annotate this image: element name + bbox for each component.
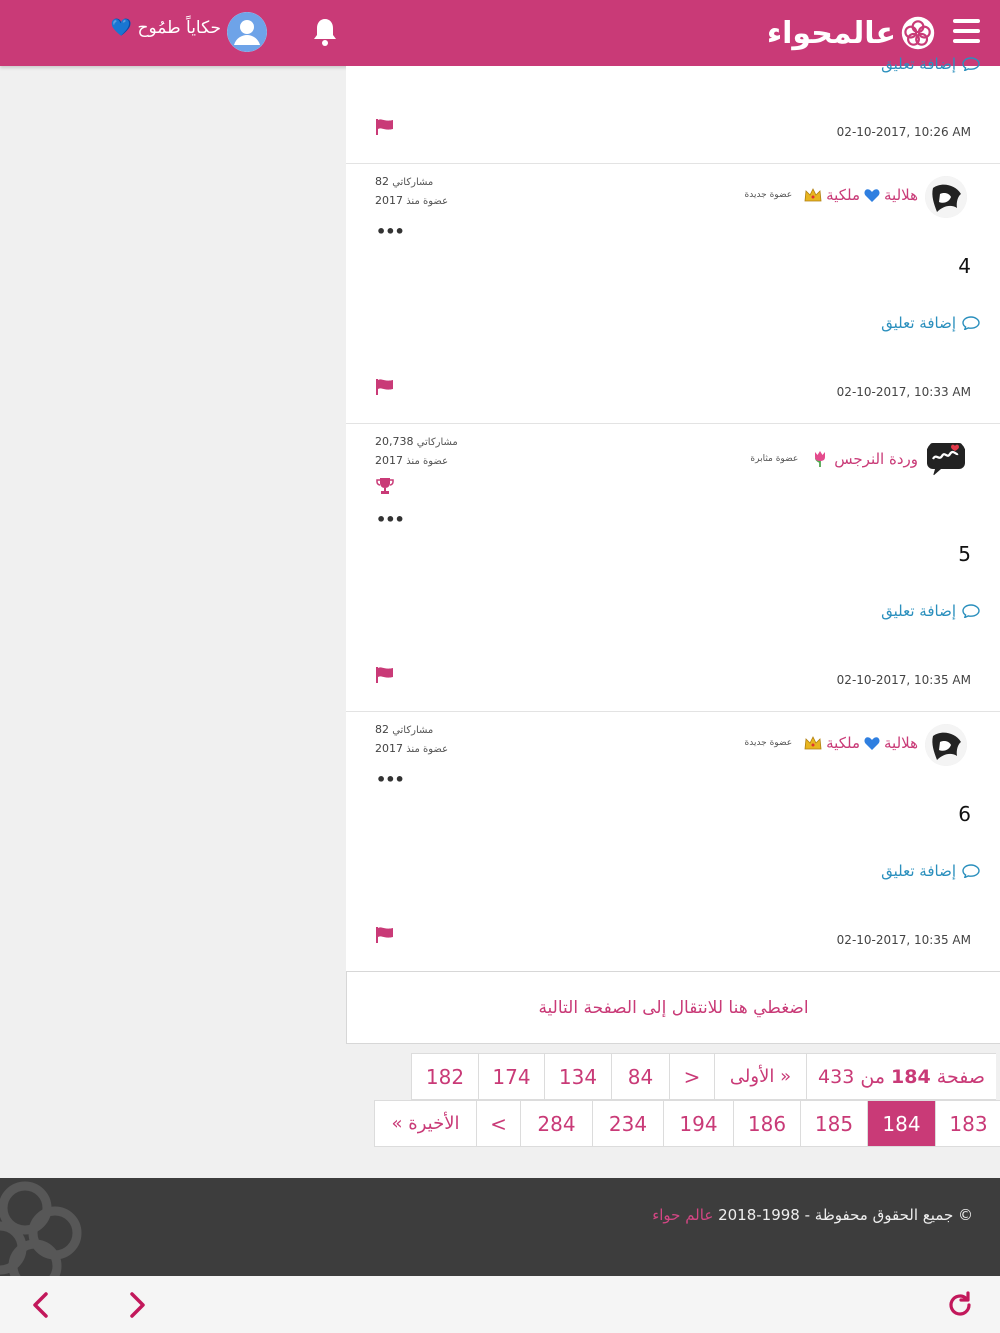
- post-menu-button[interactable]: •••: [376, 510, 405, 529]
- pagination-row-2: 183 184 185 186 194 234 284 > الأخيرة »: [374, 1100, 1000, 1147]
- flag-icon[interactable]: [375, 926, 395, 944]
- blue-heart-icon: [864, 736, 880, 750]
- pagination-row-1: صفحة 184 من 433 « الأولى < 84 134 174 18…: [411, 1053, 996, 1100]
- last-page-link[interactable]: الأخيرة »: [375, 1101, 476, 1146]
- chevron-left-icon[interactable]: [27, 1290, 57, 1320]
- flag-icon[interactable]: [375, 118, 395, 136]
- post-timestamp: 02-10-2017, 10:35 AM: [836, 933, 971, 947]
- flag-icon[interactable]: [375, 666, 395, 684]
- footer: © جميع الحقوق محفوظة - 1998-2018 عالم حو…: [0, 1178, 1000, 1276]
- divider: [346, 711, 1000, 712]
- page-link[interactable]: 186: [733, 1101, 800, 1146]
- chevron-right-icon[interactable]: [121, 1290, 151, 1320]
- page-link[interactable]: 194: [663, 1101, 733, 1146]
- add-comment-link[interactable]: إضافة تعليق: [881, 314, 980, 332]
- member-stats: مشاركاتي 20,738 عضوة منذ 2017: [375, 435, 458, 467]
- hamburger-icon[interactable]: [953, 19, 980, 43]
- logo-text: عالمحواء: [766, 15, 897, 51]
- avatar-icon: [227, 12, 267, 52]
- reload-icon[interactable]: [945, 1290, 975, 1320]
- post-timestamp: 02-10-2017, 10:35 AM: [836, 673, 971, 687]
- bell-icon[interactable]: [310, 16, 340, 48]
- comment-bubble-icon: [962, 316, 980, 330]
- page-link[interactable]: 185: [800, 1101, 867, 1146]
- author-name-suffix: ملكية: [826, 186, 860, 204]
- member-stats: مشاركاتي 82 عضوة منذ 2017: [375, 723, 449, 755]
- flower-watermark-icon: [0, 1181, 82, 1276]
- site-logo[interactable]: عالمحواء: [767, 14, 936, 52]
- member-stats: مشاركاتي 82 عضوة منذ 2017: [375, 175, 449, 207]
- crown-icon: [804, 188, 822, 202]
- page-link[interactable]: 182: [412, 1054, 478, 1099]
- browser-toolbar: [0, 1276, 1000, 1333]
- comment-bubble-icon: [962, 57, 980, 71]
- post-body: 5: [958, 542, 971, 566]
- author-name[interactable]: هلالية: [884, 186, 918, 204]
- divider: [346, 423, 1000, 424]
- post-menu-button[interactable]: •••: [376, 770, 405, 789]
- member-rank: عضوة جديدة: [744, 190, 793, 200]
- trophy-icon: [376, 478, 394, 494]
- comment-bubble-icon: [962, 604, 980, 618]
- page-link[interactable]: 234: [592, 1101, 663, 1146]
- post-timestamp: 02-10-2017, 10:26 AM: [836, 125, 971, 139]
- comment-bubble-icon: [962, 864, 980, 878]
- next-page-link[interactable]: >: [476, 1101, 520, 1146]
- avatar-icon: [925, 724, 967, 766]
- author-avatar[interactable]: [925, 176, 967, 218]
- page-link[interactable]: 174: [478, 1054, 544, 1099]
- author-avatar[interactable]: [925, 437, 967, 479]
- avatar-icon: [927, 443, 965, 476]
- post-timestamp: 02-10-2017, 10:33 AM: [836, 385, 971, 399]
- add-comment-link[interactable]: إضافة تعليق: [881, 54, 980, 74]
- avatar[interactable]: [227, 12, 267, 52]
- page-link[interactable]: 134: [544, 1054, 611, 1099]
- username[interactable]: حكاياً طمُوح 💙: [97, 18, 221, 38]
- author-name[interactable]: وردة النرجس: [834, 450, 918, 468]
- divider: [346, 163, 1000, 164]
- add-comment-link[interactable]: إضافة تعليق: [881, 862, 980, 880]
- copyright-text: © جميع الحقوق محفوظة - 1998-2018 عالم حو…: [652, 1206, 973, 1224]
- post-menu-button[interactable]: •••: [376, 222, 405, 241]
- page-link[interactable]: 183: [935, 1101, 1000, 1146]
- tulip-icon: [815, 451, 826, 467]
- first-page-link[interactable]: « الأولى: [714, 1054, 806, 1099]
- author-name[interactable]: هلالية: [884, 734, 918, 752]
- add-comment-link[interactable]: إضافة تعليق: [881, 602, 980, 620]
- author-name-suffix: ملكية: [826, 734, 860, 752]
- post-body: 6: [958, 802, 971, 826]
- crown-icon: [804, 736, 822, 750]
- blue-heart-icon: [864, 188, 880, 202]
- next-page-button[interactable]: اضغطي هنا للانتقال إلى الصفحة التالية: [346, 971, 1000, 1044]
- flower-logo-icon: [901, 16, 935, 50]
- author-avatar[interactable]: [925, 724, 967, 766]
- flag-icon[interactable]: [375, 378, 395, 396]
- page-link[interactable]: 84: [611, 1054, 669, 1099]
- prev-page-link[interactable]: <: [669, 1054, 714, 1099]
- member-rank: عضوة جديدة: [744, 738, 793, 748]
- avatar-icon: [925, 176, 967, 218]
- page-link[interactable]: 284: [520, 1101, 592, 1146]
- page-info: صفحة 184 من 433: [806, 1054, 996, 1099]
- top-bar: عالمحواء حكاياً طمُوح 💙: [0, 0, 1000, 66]
- member-rank: عضوة مثابرة: [750, 454, 799, 464]
- brand-link[interactable]: عالم حواء: [652, 1206, 713, 1224]
- post-body: 4: [958, 254, 971, 278]
- current-page[interactable]: 184: [867, 1101, 935, 1146]
